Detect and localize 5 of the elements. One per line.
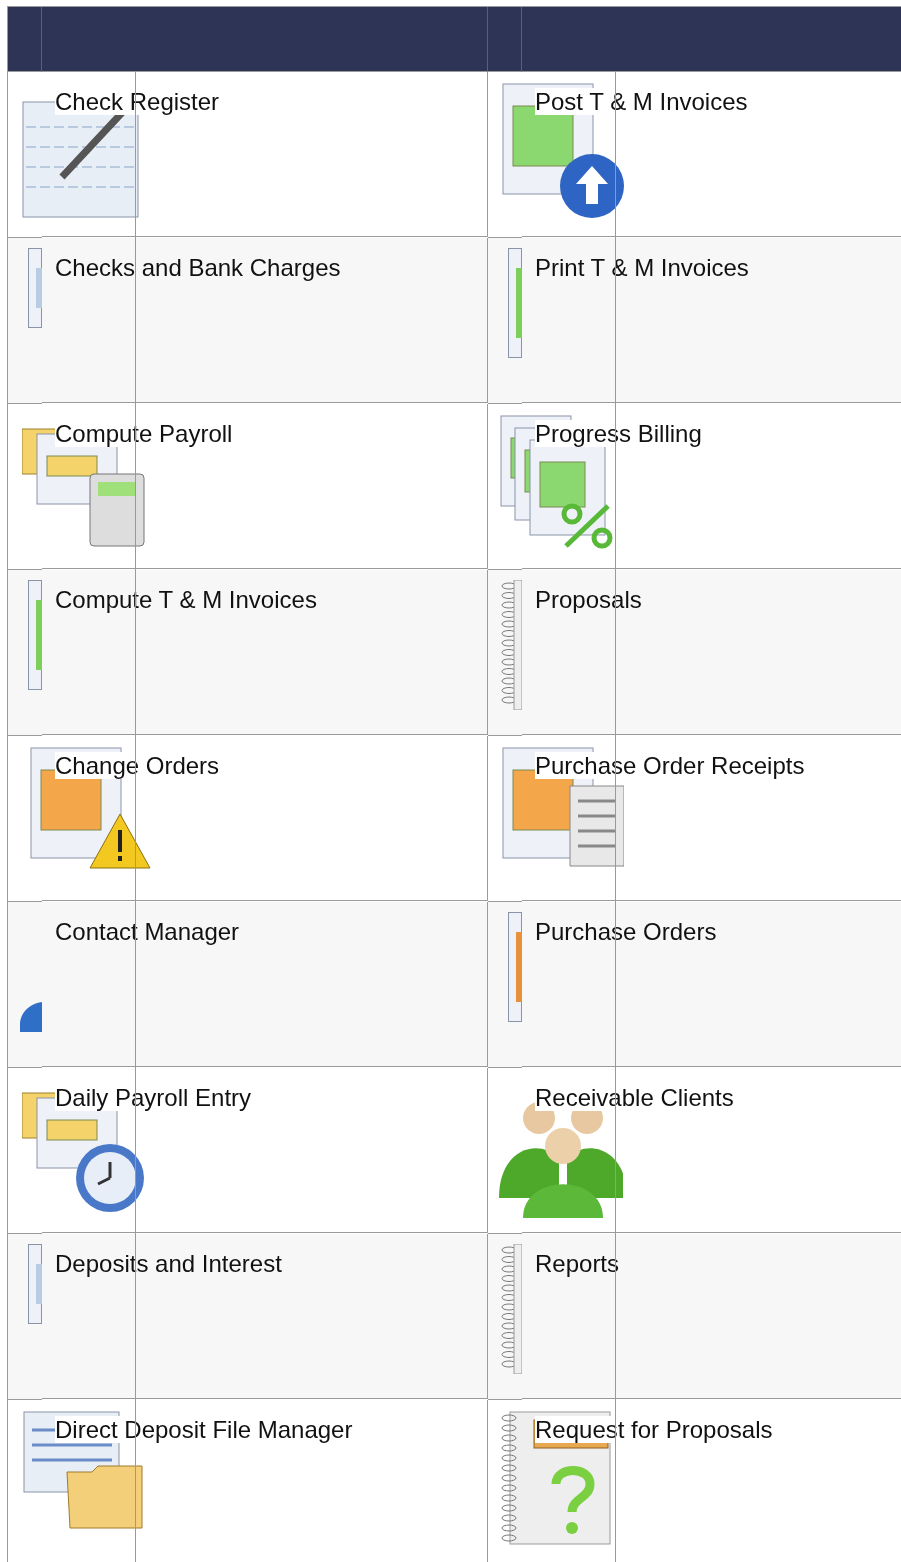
menu-link[interactable]: Purchase Order Receipts [535,752,805,779]
menu-link[interactable]: Direct Deposit File Manager [55,1416,353,1443]
menu-link[interactable]: Progress Billing [535,420,702,447]
menu-link[interactable]: Request for Proposals [535,1416,773,1443]
menu-link[interactable]: Change Orders [55,752,220,779]
